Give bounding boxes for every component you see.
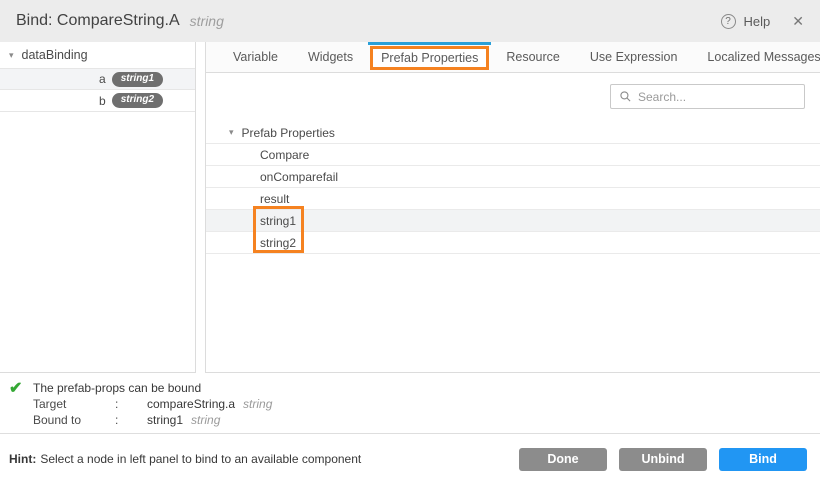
tab-localized-messages[interactable]: Localized Messages	[692, 42, 820, 72]
help-link[interactable]: Help	[744, 14, 771, 29]
tree-node-label: a	[99, 72, 106, 86]
caret-down-icon[interactable]: ▾	[229, 128, 234, 137]
header-actions: ? Help ✕	[721, 13, 804, 30]
hint-label: Hint:	[9, 452, 36, 466]
status-value-type: string	[243, 397, 272, 413]
source-tree-panel: ▾ dataBinding a string1 b string2	[0, 42, 196, 373]
dialog-header: Bind: CompareString.A string ? Help ✕	[0, 0, 820, 42]
tab-resource[interactable]: Resource	[491, 42, 575, 72]
tree-root-label: Prefab Properties	[242, 126, 335, 140]
help-icon[interactable]: ?	[721, 14, 736, 29]
dialog-footer: Hint: Select a node in left panel to bind…	[0, 433, 820, 484]
tab-widgets[interactable]: Widgets	[293, 42, 368, 72]
status-value: compareString.a	[147, 397, 235, 413]
tab-label: Variable	[233, 50, 278, 64]
unbind-button[interactable]: Unbind	[619, 448, 707, 471]
tree-node-oncomparefail[interactable]: onComparefail	[206, 166, 820, 188]
tree-node-result[interactable]: result	[206, 188, 820, 210]
hint-body: Select a node in left panel to bind to a…	[40, 452, 361, 466]
tab-label: Use Expression	[590, 50, 678, 64]
tab-label: Widgets	[308, 50, 353, 64]
tree-node-label: string2	[260, 236, 296, 250]
tree-node-label: b	[99, 94, 106, 108]
status-colon: :	[115, 413, 147, 429]
binding-status: ✔ The prefab-props can be bound Target :…	[0, 374, 820, 433]
status-label: Bound to	[33, 413, 115, 429]
status-colon: :	[115, 397, 147, 413]
tree-node-databinding[interactable]: ▾ dataBinding	[0, 42, 195, 68]
tree-node-label: string1	[260, 214, 296, 228]
tab-bar: Variable Widgets Prefab Properties Resou…	[206, 42, 820, 73]
status-row-target: Target : compareString.a string	[33, 397, 820, 413]
tree-node-compare[interactable]: Compare	[206, 144, 820, 166]
search-box[interactable]	[610, 84, 805, 109]
tree-node-label: Compare	[260, 148, 309, 162]
close-icon[interactable]: ✕	[792, 13, 804, 30]
dialog-title: Bind: CompareString.A	[16, 12, 180, 30]
bind-dialog: Bind: CompareString.A string ? Help ✕ ▾ …	[0, 0, 820, 484]
status-value-type: string	[191, 413, 220, 429]
footer-buttons: Done Unbind Bind	[519, 448, 807, 471]
binding-badge: string2	[112, 93, 163, 108]
dialog-title-type: string	[190, 13, 224, 29]
binding-badge: string1	[112, 72, 163, 87]
tree-node-label: result	[260, 192, 289, 206]
tab-use-expression[interactable]: Use Expression	[575, 42, 693, 72]
tree-node-label: onComparefail	[260, 170, 338, 184]
binding-main-panel: Variable Widgets Prefab Properties Resou…	[205, 42, 820, 373]
tree-root-label: dataBinding	[22, 48, 88, 62]
tab-variable[interactable]: Variable	[218, 42, 293, 72]
search-icon	[619, 90, 632, 103]
caret-down-icon[interactable]: ▾	[9, 51, 14, 60]
hint-text: Hint: Select a node in left panel to bind…	[9, 452, 361, 466]
tab-highlight-box: Prefab Properties	[370, 46, 489, 70]
done-button[interactable]: Done	[519, 448, 607, 471]
tree-node-a[interactable]: a string1	[0, 68, 195, 90]
tab-label: Resource	[506, 50, 560, 64]
status-message: The prefab-props can be bound	[33, 381, 820, 396]
check-icon: ✔	[9, 381, 22, 397]
search-input[interactable]	[638, 90, 796, 104]
status-value: string1	[147, 413, 183, 429]
tree-node-b[interactable]: b string2	[0, 90, 195, 112]
tree-node-string1[interactable]: string1	[206, 210, 820, 232]
bind-button[interactable]: Bind	[719, 448, 807, 471]
prefab-properties-tree: ▾ Prefab Properties Compare onComparefai…	[206, 122, 820, 254]
status-label: Target	[33, 397, 115, 413]
tab-prefab-properties[interactable]: Prefab Properties	[368, 42, 491, 72]
tab-label: Localized Messages	[707, 50, 820, 64]
tree-node-prefab-properties[interactable]: ▾ Prefab Properties	[206, 122, 820, 144]
status-row-bound-to: Bound to : string1 string	[33, 413, 820, 429]
tree-node-string2[interactable]: string2	[206, 232, 820, 254]
